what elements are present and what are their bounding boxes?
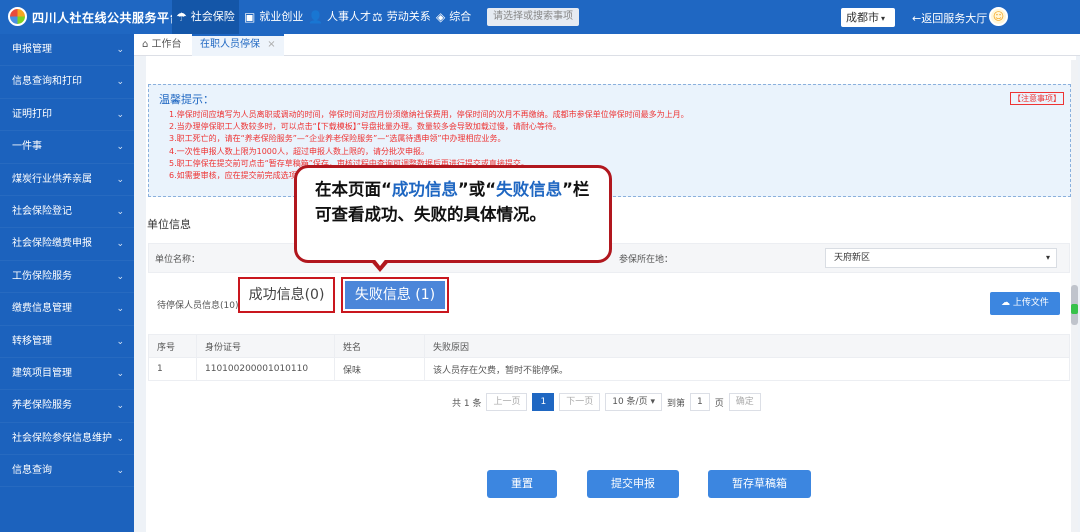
caret-down-icon: ▾ (881, 14, 886, 23)
avatar[interactable]: ☺ (989, 7, 1008, 26)
caret-down-icon: ▾ (1045, 253, 1050, 262)
chevron-down-icon: ⌄ (116, 174, 124, 185)
submit-button[interactable]: 提交申报 (587, 470, 679, 498)
chevron-down-icon: ⌄ (116, 304, 124, 315)
sidebar-item[interactable]: 建筑项目管理 ⌄ (0, 358, 134, 391)
city-select[interactable]: 成都市 ▾ (841, 8, 895, 27)
close-icon[interactable]: × (267, 39, 275, 50)
sidebar-item[interactable]: 社会保险缴费申报 ⌄ (0, 228, 134, 261)
umbrella-icon: ☂ (176, 10, 187, 24)
pagination: 共 1 条 上一页 1 下一页 10 条/页 ▾ 到第 1 页 确定 (452, 393, 761, 411)
failure-table: 序号 身份证号 姓名 失败原因 1 110100200001010110 保味 … (148, 334, 1070, 381)
page-size-select[interactable]: 10 条/页 ▾ (605, 393, 662, 411)
chevron-down-icon: ⌄ (116, 433, 124, 444)
sidebar-item[interactable]: 煤炭行业供养亲属 ⌄ (0, 164, 134, 196)
pending-list-label[interactable]: 待停保人员信息(10) (157, 298, 238, 311)
tab-current[interactable]: 在职人员停保 × (192, 34, 284, 56)
nav-employment[interactable]: ▣ 就业创业 (240, 0, 307, 34)
column-header: 姓名 (334, 334, 425, 358)
region-label: 参保所在地： (619, 255, 674, 265)
tab-success-info[interactable]: 成功信息(0) (238, 277, 335, 313)
sidebar-item[interactable]: 养老保险服务 ⌄ (0, 390, 134, 423)
prev-page-button[interactable]: 上一页 (486, 393, 528, 411)
tip-line: 3.职工死亡的，请在“养老保险服务”—“企业养老保险服务”—“选属待遇申领”中办… (169, 134, 506, 144)
region-select[interactable]: 天府新区 ▾ (825, 248, 1057, 268)
upload-file-button[interactable]: ☁ 上传文件 (990, 292, 1060, 315)
sidebar-item[interactable]: 缴费信息管理 ⌄ (0, 293, 134, 326)
sidebar-item[interactable]: 社会保险参保信息维护 ⌄ (0, 423, 134, 456)
scrollbar[interactable] (1071, 60, 1078, 532)
nav-talent[interactable]: 👤 人事人才 (304, 0, 375, 34)
goto-label: 到第 (666, 398, 685, 409)
home-icon: ⌂ (142, 39, 149, 50)
page-number[interactable]: 1 (532, 393, 555, 411)
goto-confirm-button[interactable]: 确定 (728, 393, 761, 411)
tab-bar: ⌂ 工作台 在职人员停保 × (134, 34, 1080, 56)
chevron-down-icon: ⌄ (116, 401, 124, 412)
cell-reason: 该人员存在欠费，暂时不能停保。 (424, 357, 1070, 381)
scales-icon: ⚖ (372, 10, 383, 24)
tip-line: 1.停保时间应填写为人员离职或调动的时间，停保时间对应月份须缴纳社保费用，停保时… (169, 110, 689, 119)
total-count: 共 1 条 (452, 398, 482, 409)
cloud-upload-icon: ☁ (1001, 298, 1011, 308)
caret-down-icon: ▾ (650, 397, 655, 407)
platform-logo-icon (8, 7, 27, 26)
chevron-down-icon: ⌄ (116, 142, 124, 153)
cell-index: 1 (148, 357, 197, 381)
layers-icon: ◈ (436, 10, 446, 24)
tip-line: 2.当办理停保职工人数较多时，可以点击“【下载模板】”导盘批量办理。数量较多会导… (169, 122, 561, 132)
table-header-row: 序号 身份证号 姓名 失败原因 (148, 334, 1070, 358)
chevron-down-icon: ⌄ (116, 466, 124, 477)
main-content: 温馨提示： 【注意事项】 1.停保时间应填写为人员离职或调动的时间，停保时间对应… (146, 56, 1076, 532)
top-bar: 四川人社在线公共服务平台 ☂ 社会保险 ▣ 就业创业 👤 人事人才 ⚖ 劳动关系 ◈ 综合… (0, 0, 1080, 34)
chevron-down-icon: ⌄ (116, 109, 124, 120)
people-icon: 👤 (308, 10, 323, 24)
notes-link[interactable]: 【注意事项】 (1010, 92, 1064, 105)
callout-tail-inner (372, 256, 388, 266)
sidebar-item[interactable]: 转移管理 ⌄ (0, 326, 134, 358)
platform-title: 四川人社在线公共服务平台 (32, 11, 183, 25)
cell-name: 保味 (334, 357, 425, 381)
sidebar-item[interactable]: 社会保险登记 ⌄ (0, 196, 134, 229)
tip-line: 5.职工停保在提交前可点击“暂存草稿箱”保存，审核过程中查询可调整数据后再进行提… (169, 158, 529, 168)
back-to-hall-link[interactable]: ←返回服务大厅 (912, 10, 987, 26)
column-header: 身份证号 (196, 334, 335, 358)
sidebar-item[interactable]: 申报管理 ⌄ (0, 34, 134, 67)
chevron-down-icon: ⌄ (116, 77, 124, 88)
goto-page-input[interactable]: 1 (690, 393, 710, 411)
unit-name-label: 单位名称： (155, 255, 201, 265)
sidebar-item[interactable]: 工伤保险服务 ⌄ (0, 261, 134, 294)
sidebar-item[interactable]: 信息查询 ⌄ (0, 455, 134, 488)
chevron-down-icon: ⌄ (116, 271, 124, 282)
sidebar-item[interactable]: 证明打印 ⌄ (0, 99, 134, 132)
nav-general[interactable]: ◈ 综合 (432, 0, 475, 34)
scroll-indicator (1071, 304, 1078, 314)
callout-bubble: 在本页面“成功信息”或“失败信息”栏可查看成功、失败的具体情况。 (294, 165, 612, 263)
tab-failure-info[interactable]: 失败信息 (1) (341, 277, 449, 313)
chevron-down-icon: ⌄ (116, 336, 124, 347)
search-input[interactable]: 请选择或搜索事项 (487, 8, 579, 26)
column-header: 失败原因 (424, 334, 1070, 358)
briefcase-icon: ▣ (244, 10, 256, 24)
page-unit-label: 页 (714, 398, 724, 409)
save-draft-button[interactable]: 暂存草稿箱 (708, 470, 811, 498)
chevron-down-icon: ⌄ (116, 239, 124, 250)
table-row: 1 110100200001010110 保味 该人员存在欠费，暂时不能停保。 (148, 357, 1070, 381)
next-page-button[interactable]: 下一页 (559, 393, 601, 411)
chevron-down-icon: ⌄ (116, 45, 124, 55)
chevron-down-icon: ⌄ (116, 368, 124, 379)
section-title: 单位信息 (147, 218, 191, 231)
tips-title: 温馨提示： (159, 93, 214, 106)
cell-id-number: 110100200001010110 (196, 357, 335, 381)
tab-workbench[interactable]: ⌂ 工作台 (134, 34, 190, 56)
nav-social-insurance[interactable]: ☂ 社会保险 (172, 0, 239, 34)
nav-labor[interactable]: ⚖ 劳动关系 (368, 0, 435, 34)
chevron-down-icon: ⌄ (116, 206, 124, 217)
sidebar-item[interactable]: 信息查询和打印 ⌄ (0, 66, 134, 99)
tip-line: 4.一次性申报人数上限为1000人，超过申报人数上限的，请分批次申报。 (169, 146, 429, 156)
reset-button[interactable]: 重置 (487, 470, 557, 498)
column-header: 序号 (148, 334, 197, 358)
sidebar: 申报管理 ⌄ 信息查询和打印 ⌄ 证明打印 ⌄ 一件事 ⌄ 煤炭行业供养亲属 ⌄ 社会保险… (0, 34, 134, 532)
sidebar-item[interactable]: 一件事 ⌄ (0, 131, 134, 164)
